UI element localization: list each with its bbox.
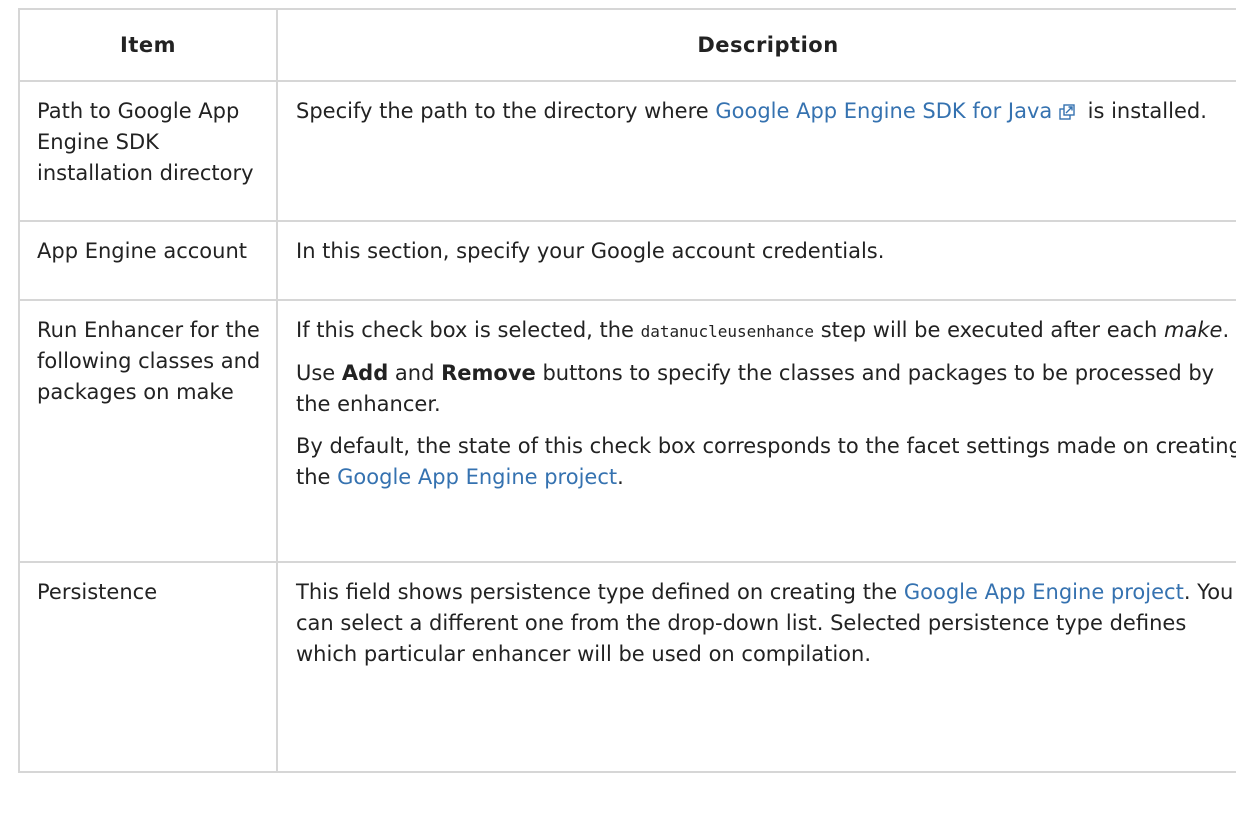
code-term: datanucleusenhance: [640, 322, 815, 341]
external-link-icon[interactable]: [1059, 98, 1075, 120]
project-link[interactable]: Google App Engine project: [904, 580, 1184, 604]
description-text: is installed.: [1080, 99, 1207, 123]
description-text: .: [1222, 318, 1230, 342]
table-row: Path to Google App Engine SDK installati…: [18, 80, 1236, 222]
description-cell: This field shows persistence type define…: [276, 561, 1236, 773]
item-cell: Persistence: [18, 561, 278, 773]
description-cell: Specify the path to the directory where …: [276, 80, 1236, 222]
bold-term-add: Add: [341, 361, 389, 385]
table-row: App Engine account In this section, spec…: [18, 220, 1236, 301]
item-cell: Run Enhancer for the following classes a…: [18, 299, 278, 563]
description-cell: If this check box is selected, the datan…: [276, 299, 1236, 563]
description-text: Use: [296, 361, 342, 385]
table-row: Persistence This field shows persistence…: [18, 561, 1236, 773]
description-text: Specify the path to the directory where: [296, 99, 716, 123]
emphasis-term: make: [1164, 318, 1223, 342]
item-cell: Path to Google App Engine SDK installati…: [18, 80, 278, 222]
description-text: step will be executed after each: [814, 318, 1165, 342]
item-cell: App Engine account: [18, 220, 278, 301]
description-text: and: [388, 361, 442, 385]
sdk-link[interactable]: Google App Engine SDK for Java: [715, 99, 1052, 123]
column-header-item: Item: [18, 8, 278, 82]
description-text: This field shows persistence type define…: [296, 580, 904, 604]
table-row: Run Enhancer for the following classes a…: [18, 299, 1236, 563]
description-paragraph: Use Add and Remove buttons to specify th…: [296, 358, 1236, 420]
description-text: If this check box is selected, the: [296, 318, 641, 342]
column-header-description: Description: [276, 8, 1236, 82]
description-cell: In this section, specify your Google acc…: [276, 220, 1236, 301]
description-text: .: [617, 465, 624, 489]
bold-term-remove: Remove: [441, 361, 536, 385]
description-paragraph: If this check box is selected, the datan…: [296, 315, 1236, 347]
settings-table: Item Description Path to Google App Engi…: [18, 8, 1236, 773]
project-link[interactable]: Google App Engine project: [337, 465, 617, 489]
table-header-row: Item Description: [18, 8, 1236, 82]
description-paragraph: By default, the state of this check box …: [296, 431, 1236, 493]
